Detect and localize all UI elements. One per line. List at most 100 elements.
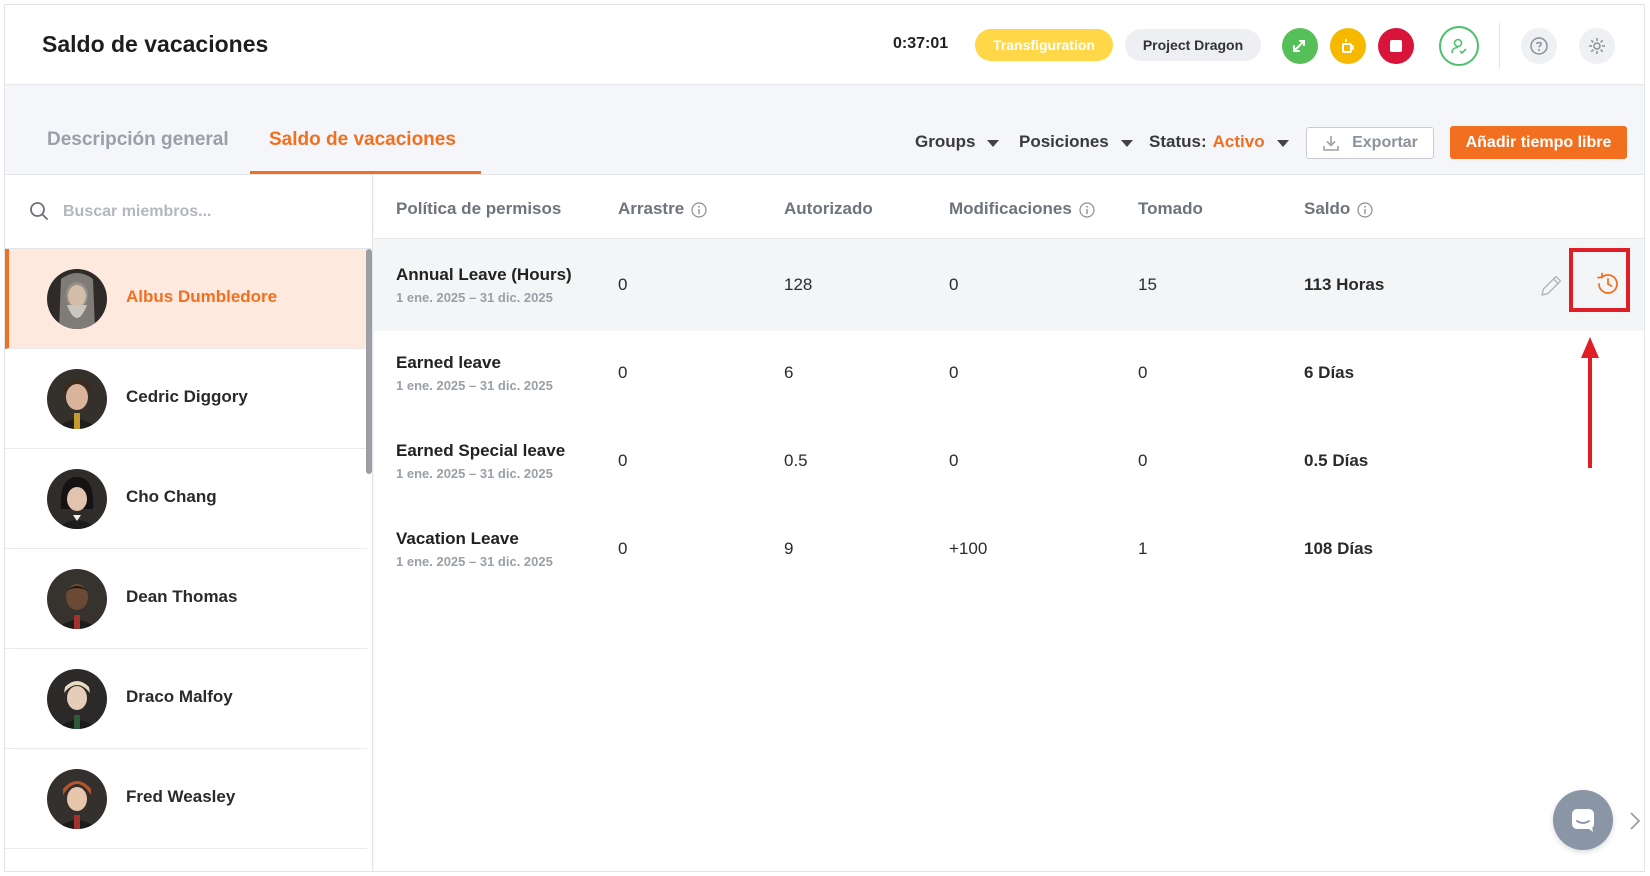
policy-name: Vacation Leave xyxy=(396,529,519,548)
chat-support-button[interactable] xyxy=(1553,790,1613,850)
policy-dates: 1 ene. 2025 – 31 dic. 2025 xyxy=(396,290,553,305)
member-name: Cho Chang xyxy=(126,487,217,506)
coffee-cup-icon xyxy=(1342,39,1354,53)
carry-value: 0 xyxy=(618,539,628,558)
policy-name: Earned leave xyxy=(396,353,501,372)
member-name: Cedric Diggory xyxy=(126,387,248,406)
export-button[interactable]: Exportar xyxy=(1306,127,1434,159)
swap-icon xyxy=(1293,40,1305,52)
current-project-pill[interactable]: Project Dragon xyxy=(1125,29,1261,61)
member-name: Draco Malfoy xyxy=(126,687,233,706)
column-header-label: Tomado xyxy=(1138,199,1203,218)
settings-button[interactable] xyxy=(1579,28,1615,64)
highlight-box xyxy=(1569,248,1630,312)
column-header-label: Arrastre xyxy=(618,199,685,218)
top-header: Saldo de vacaciones 0:37:01 Transfigurat… xyxy=(5,5,1644,85)
policy-name: Earned Special leave xyxy=(396,441,566,460)
arrow-up-icon xyxy=(1581,337,1599,468)
chevron-right-icon[interactable] xyxy=(1629,811,1641,831)
groups-filter-dropdown[interactable]: Groups xyxy=(915,132,1000,152)
carry-value: 0 xyxy=(618,275,628,294)
avatar xyxy=(47,769,107,829)
positions-filter-label: Posiciones xyxy=(1019,132,1109,151)
vacation-balance-table: Política de permisos Arrastre Autorizado… xyxy=(374,175,1644,871)
status-filter-value: Activo xyxy=(1212,132,1265,151)
authorized-value: 0.5 xyxy=(784,451,808,470)
tab-vacation-balance[interactable]: Saldo de vacaciones xyxy=(269,129,456,151)
authorized-value: 128 xyxy=(784,275,813,294)
table-row[interactable]: Earned leave 1 ene. 2025 – 31 dic. 2025 … xyxy=(374,327,1644,419)
chat-icon xyxy=(1572,809,1594,832)
status-filter-dropdown[interactable]: Status: Activo xyxy=(1149,132,1289,152)
carry-value: 0 xyxy=(618,363,628,382)
header-divider xyxy=(1499,23,1500,69)
add-time-off-button[interactable]: Añadir tiempo libre xyxy=(1450,126,1627,159)
avatar xyxy=(47,369,107,429)
taken-value: 15 xyxy=(1138,275,1157,294)
modifications-value: 0 xyxy=(949,451,959,470)
column-header-modifications: Modificaciones xyxy=(949,199,1095,219)
column-header-label: Política de permisos xyxy=(396,199,562,218)
stop-timer-button[interactable] xyxy=(1378,28,1414,64)
members-sidebar: Albus Dumbledore Cedric Diggory Cho Chan… xyxy=(5,175,373,871)
balance-value: 6 Días xyxy=(1304,363,1355,382)
avatar xyxy=(47,569,107,629)
taken-value: 1 xyxy=(1138,539,1148,558)
user-profile-button[interactable] xyxy=(1439,26,1479,66)
policy-dates: 1 ene. 2025 – 31 dic. 2025 xyxy=(396,554,553,569)
export-label: Exportar xyxy=(1352,134,1418,151)
member-name: Dean Thomas xyxy=(126,587,238,606)
member-item-cedric-diggory[interactable]: Cedric Diggory xyxy=(5,349,367,449)
policy-dates: 1 ene. 2025 – 31 dic. 2025 xyxy=(396,378,553,393)
member-name: Fred Weasley xyxy=(126,787,236,806)
sidebar-scrollbar[interactable] xyxy=(366,249,372,474)
column-header-label: Autorizado xyxy=(784,199,873,218)
avatar xyxy=(47,269,107,329)
search-input[interactable] xyxy=(63,197,353,227)
balance-value: 108 Días xyxy=(1304,539,1373,558)
groups-filter-label: Groups xyxy=(915,132,976,151)
column-header-label: Saldo xyxy=(1304,199,1351,218)
balance-value: 0.5 Días xyxy=(1304,451,1369,470)
stop-icon xyxy=(1390,40,1402,52)
taken-value: 0 xyxy=(1138,363,1148,382)
member-search xyxy=(5,175,372,249)
column-header-authorized: Autorizado xyxy=(784,199,873,219)
tab-overview[interactable]: Descripción general xyxy=(47,129,229,151)
break-button[interactable] xyxy=(1330,28,1366,64)
policy-dates: 1 ene. 2025 – 31 dic. 2025 xyxy=(396,466,553,481)
policy-name: Annual Leave (Hours) xyxy=(396,265,572,284)
taken-value: 0 xyxy=(1138,451,1148,470)
avatar xyxy=(47,469,107,529)
table-row[interactable]: Vacation Leave 1 ene. 2025 – 31 dic. 202… xyxy=(374,503,1644,595)
table-row[interactable]: Annual Leave (Hours) 1 ene. 2025 – 31 di… xyxy=(374,239,1644,331)
info-icon[interactable] xyxy=(691,202,707,218)
switch-task-button[interactable] xyxy=(1282,28,1318,64)
modifications-value: 0 xyxy=(949,275,959,294)
help-button[interactable] xyxy=(1521,28,1557,64)
current-task-pill[interactable]: Transfiguration xyxy=(975,29,1113,61)
member-item-albus-dumbledore[interactable]: Albus Dumbledore xyxy=(5,249,367,349)
table-row[interactable]: Earned Special leave 1 ene. 2025 – 31 di… xyxy=(374,415,1644,507)
help-icon xyxy=(1530,37,1548,55)
info-icon[interactable] xyxy=(1079,202,1095,218)
member-item-cho-chang[interactable]: Cho Chang xyxy=(5,449,367,549)
status-colon: : xyxy=(1200,132,1207,151)
member-item-fred-weasley[interactable]: Fred Weasley xyxy=(5,749,367,849)
gear-icon xyxy=(1589,38,1605,54)
modifications-value: +100 xyxy=(949,539,988,558)
member-item-dean-thomas[interactable]: Dean Thomas xyxy=(5,549,367,649)
status-filter-label: Status xyxy=(1149,132,1201,151)
info-icon[interactable] xyxy=(1357,202,1373,218)
avatar xyxy=(47,669,107,729)
app-window: Saldo de vacaciones 0:37:01 Transfigurat… xyxy=(4,4,1645,872)
authorized-value: 6 xyxy=(784,363,794,382)
carry-value: 0 xyxy=(618,451,628,470)
pencil-icon[interactable] xyxy=(1538,273,1564,299)
column-header-balance: Saldo xyxy=(1304,199,1373,219)
caret-down-icon xyxy=(987,140,1000,147)
member-name: Albus Dumbledore xyxy=(126,287,278,306)
positions-filter-dropdown[interactable]: Posiciones xyxy=(1019,132,1133,152)
member-item-draco-malfoy[interactable]: Draco Malfoy xyxy=(5,649,367,749)
column-header-label: Modificaciones xyxy=(949,199,1072,218)
